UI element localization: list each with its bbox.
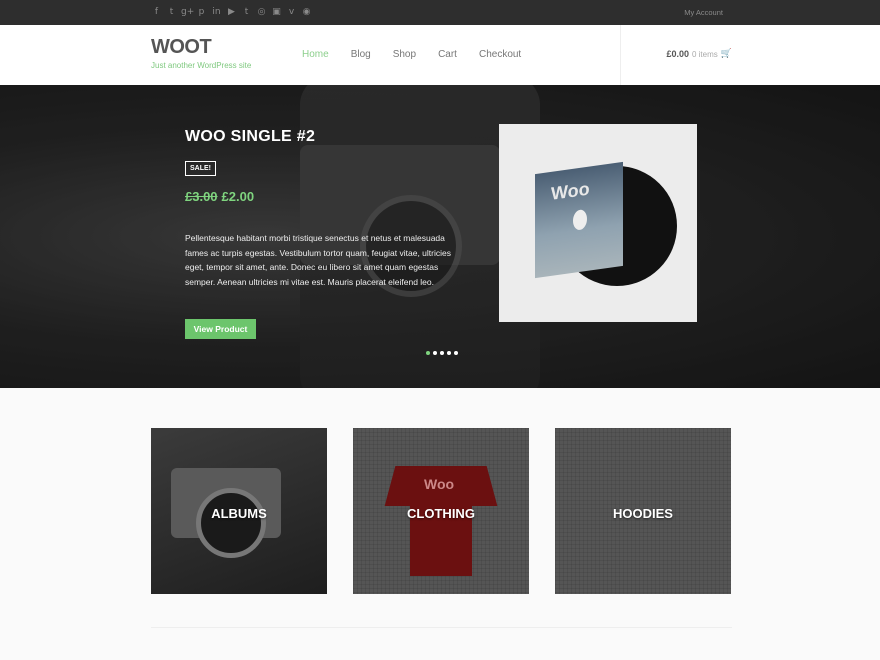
slide-dot-2[interactable] [433,351,437,355]
header-cart[interactable]: £0.00 0 items 🛒 [666,49,732,59]
site-logo[interactable]: WOOT [151,36,212,59]
nav-shop[interactable]: Shop [393,49,416,60]
hero-product-title[interactable]: WOO SINGLE #2 [185,128,315,146]
category-label: CLOTHING [407,506,475,521]
tshirt-print: Woo [424,476,455,492]
new-price: £2.00 [221,189,255,204]
nav-cart[interactable]: Cart [438,49,457,60]
rss-icon[interactable]: ◉ [301,7,312,18]
shopping-cart-icon: 🛒 [720,49,732,59]
hero-price: £3.00 £2.00 [185,189,254,204]
slider-pagination [426,351,458,355]
category-clothing[interactable]: Woo CLOTHING [353,428,529,594]
category-label: ALBUMS [211,506,267,521]
sleeve-logo: Woo [551,178,590,204]
slide-dot-4[interactable] [447,351,451,355]
cart-amount: £0.00 [666,49,689,59]
hero-product-image[interactable]: Woo [499,124,697,322]
section-divider [151,627,732,628]
nav-home[interactable]: Home [302,49,329,60]
social-links: f t g+ p in ▶ t ◎ ▣ v ◉ [151,0,312,25]
record-sleeve: Woo [535,161,623,279]
vimeo-icon[interactable]: v [286,7,297,18]
hero-description: Pellentesque habitant morbi tristique se… [185,233,451,287]
google-plus-icon[interactable]: g+ [181,7,194,18]
old-price: £3.00 [185,189,218,204]
view-product-button[interactable]: View Product [185,319,256,339]
top-bar: f t g+ p in ▶ t ◎ ▣ v ◉ My Account [0,0,880,25]
instagram-icon[interactable]: ◎ [256,7,267,18]
linkedin-icon[interactable]: in [211,7,222,18]
facebook-icon[interactable]: f [151,7,162,18]
sleeve-hole [573,208,587,231]
tumblr-icon[interactable]: t [241,7,252,18]
hero-slider: WOO SINGLE #2 SALE! £3.00 £2.00 Pellentes… [0,85,880,388]
pinterest-icon[interactable]: p [196,7,207,18]
category-hoodies[interactable]: HOODIES [555,428,731,594]
header-divider [620,25,621,85]
camera-lens [196,488,266,558]
nav-checkout[interactable]: Checkout [479,49,521,60]
slide-dot-1[interactable] [426,351,430,355]
youtube-icon[interactable]: ▶ [226,7,237,18]
flickr-icon[interactable]: ▣ [271,7,282,18]
category-albums[interactable]: ALBUMS [151,428,327,594]
category-label: HOODIES [613,506,673,521]
cart-item-count: 0 items [691,49,718,59]
slide-dot-5[interactable] [454,351,458,355]
site-tagline: Just another WordPress site [151,61,252,70]
twitter-icon[interactable]: t [166,7,177,18]
slide-dot-3[interactable] [440,351,444,355]
my-account-link[interactable]: My Account [684,0,723,25]
site-header: WOOT Just another WordPress site Home Bl… [0,25,880,86]
sale-badge: SALE! [185,161,216,176]
nav-blog[interactable]: Blog [351,49,371,60]
main-nav: Home Blog Shop Cart Checkout [302,49,543,60]
